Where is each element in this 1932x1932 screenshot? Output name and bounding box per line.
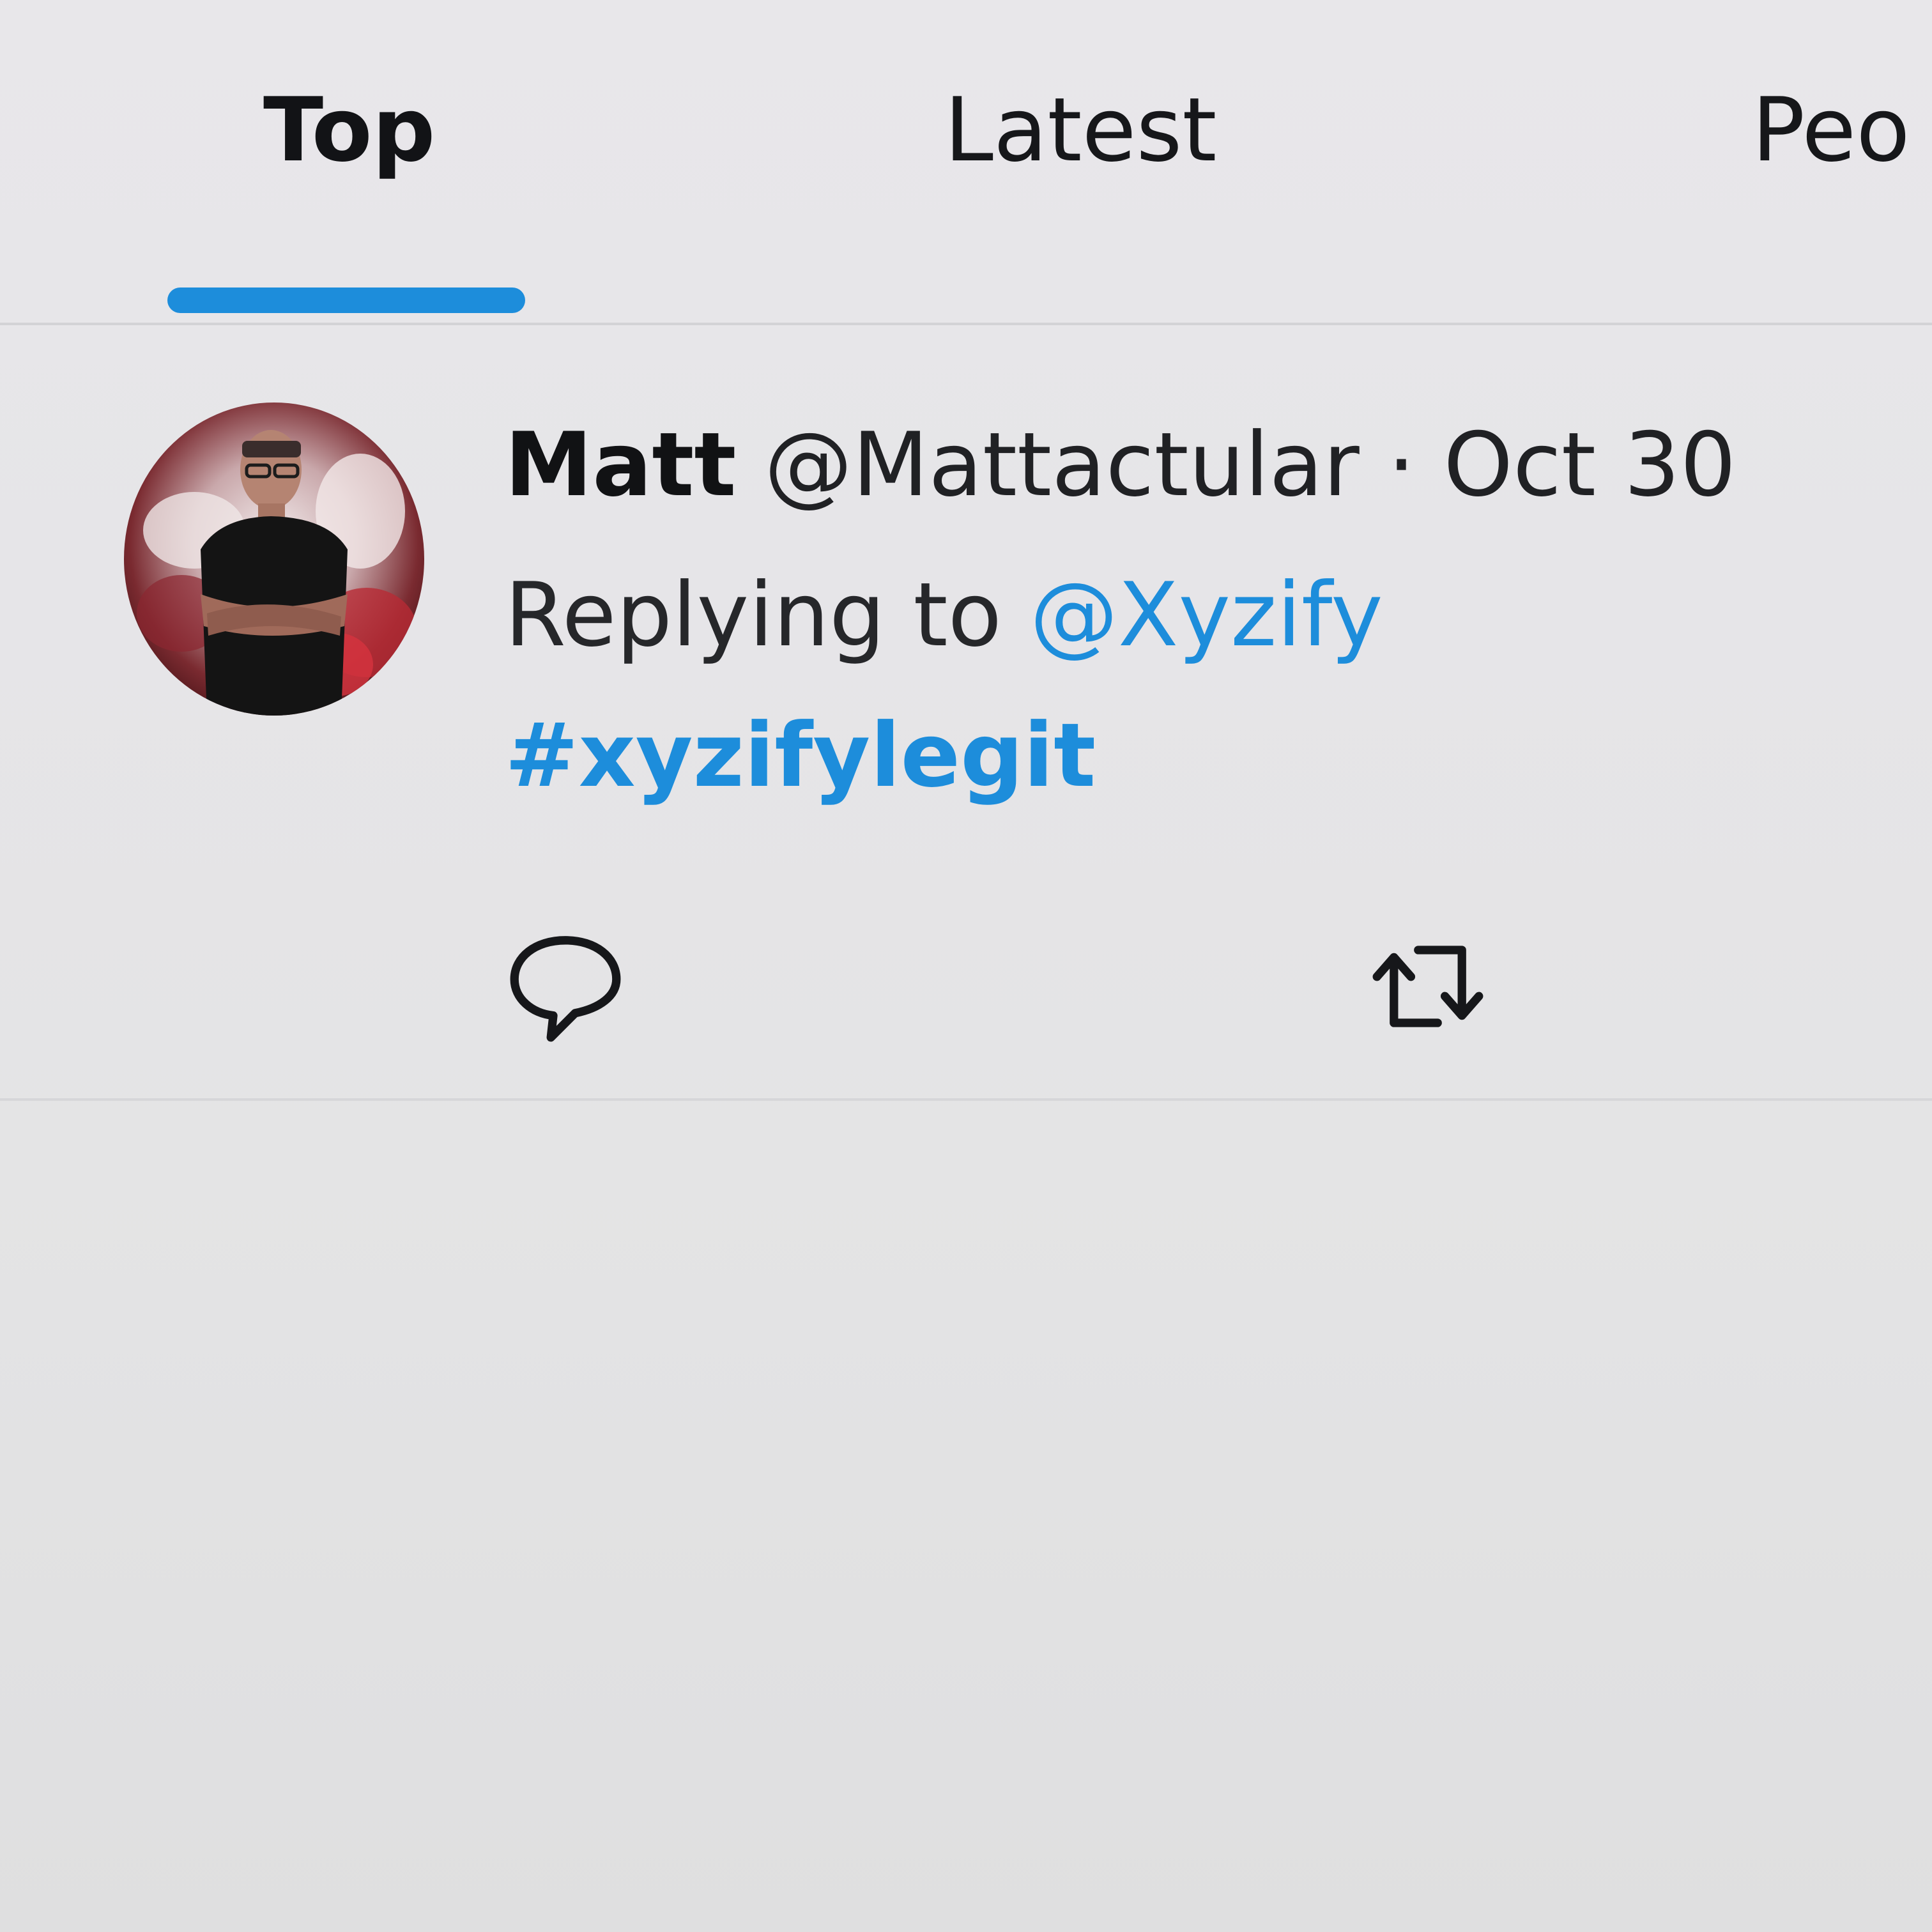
tweet-header: Matt @Mattactular · Oct 30 (505, 421, 1736, 509)
tweet-date[interactable]: Oct 30 (1443, 413, 1736, 516)
replying-to-line: Replying to @Xyzify (505, 571, 1383, 659)
retweet-icon (1372, 946, 1483, 1027)
author-name[interactable]: Matt (505, 413, 736, 516)
avatar-image (124, 402, 424, 716)
reply-button[interactable] (505, 926, 626, 1047)
retweet-button[interactable] (1367, 926, 1489, 1047)
hashtag-link[interactable]: #xyzifylegit (505, 712, 1096, 800)
avatar[interactable] (124, 402, 424, 716)
search-tabs: Top Latest Peo (0, 0, 1932, 325)
author-handle[interactable]: @Mattactular (764, 413, 1360, 516)
tab-latest[interactable]: Latest (944, 86, 1216, 174)
tab-top[interactable]: Top (263, 86, 435, 174)
replying-prefix: Replying to (505, 564, 1002, 666)
speech-bubble-icon (510, 936, 621, 1042)
header-separator: · (1387, 413, 1416, 516)
active-tab-indicator (167, 288, 525, 313)
tab-people[interactable]: Peo (1752, 86, 1910, 174)
replying-to-mention[interactable]: @Xyzify (1030, 564, 1383, 666)
tweet[interactable]: Matt @Mattactular · Oct 30 Replying to @… (0, 325, 1932, 1101)
